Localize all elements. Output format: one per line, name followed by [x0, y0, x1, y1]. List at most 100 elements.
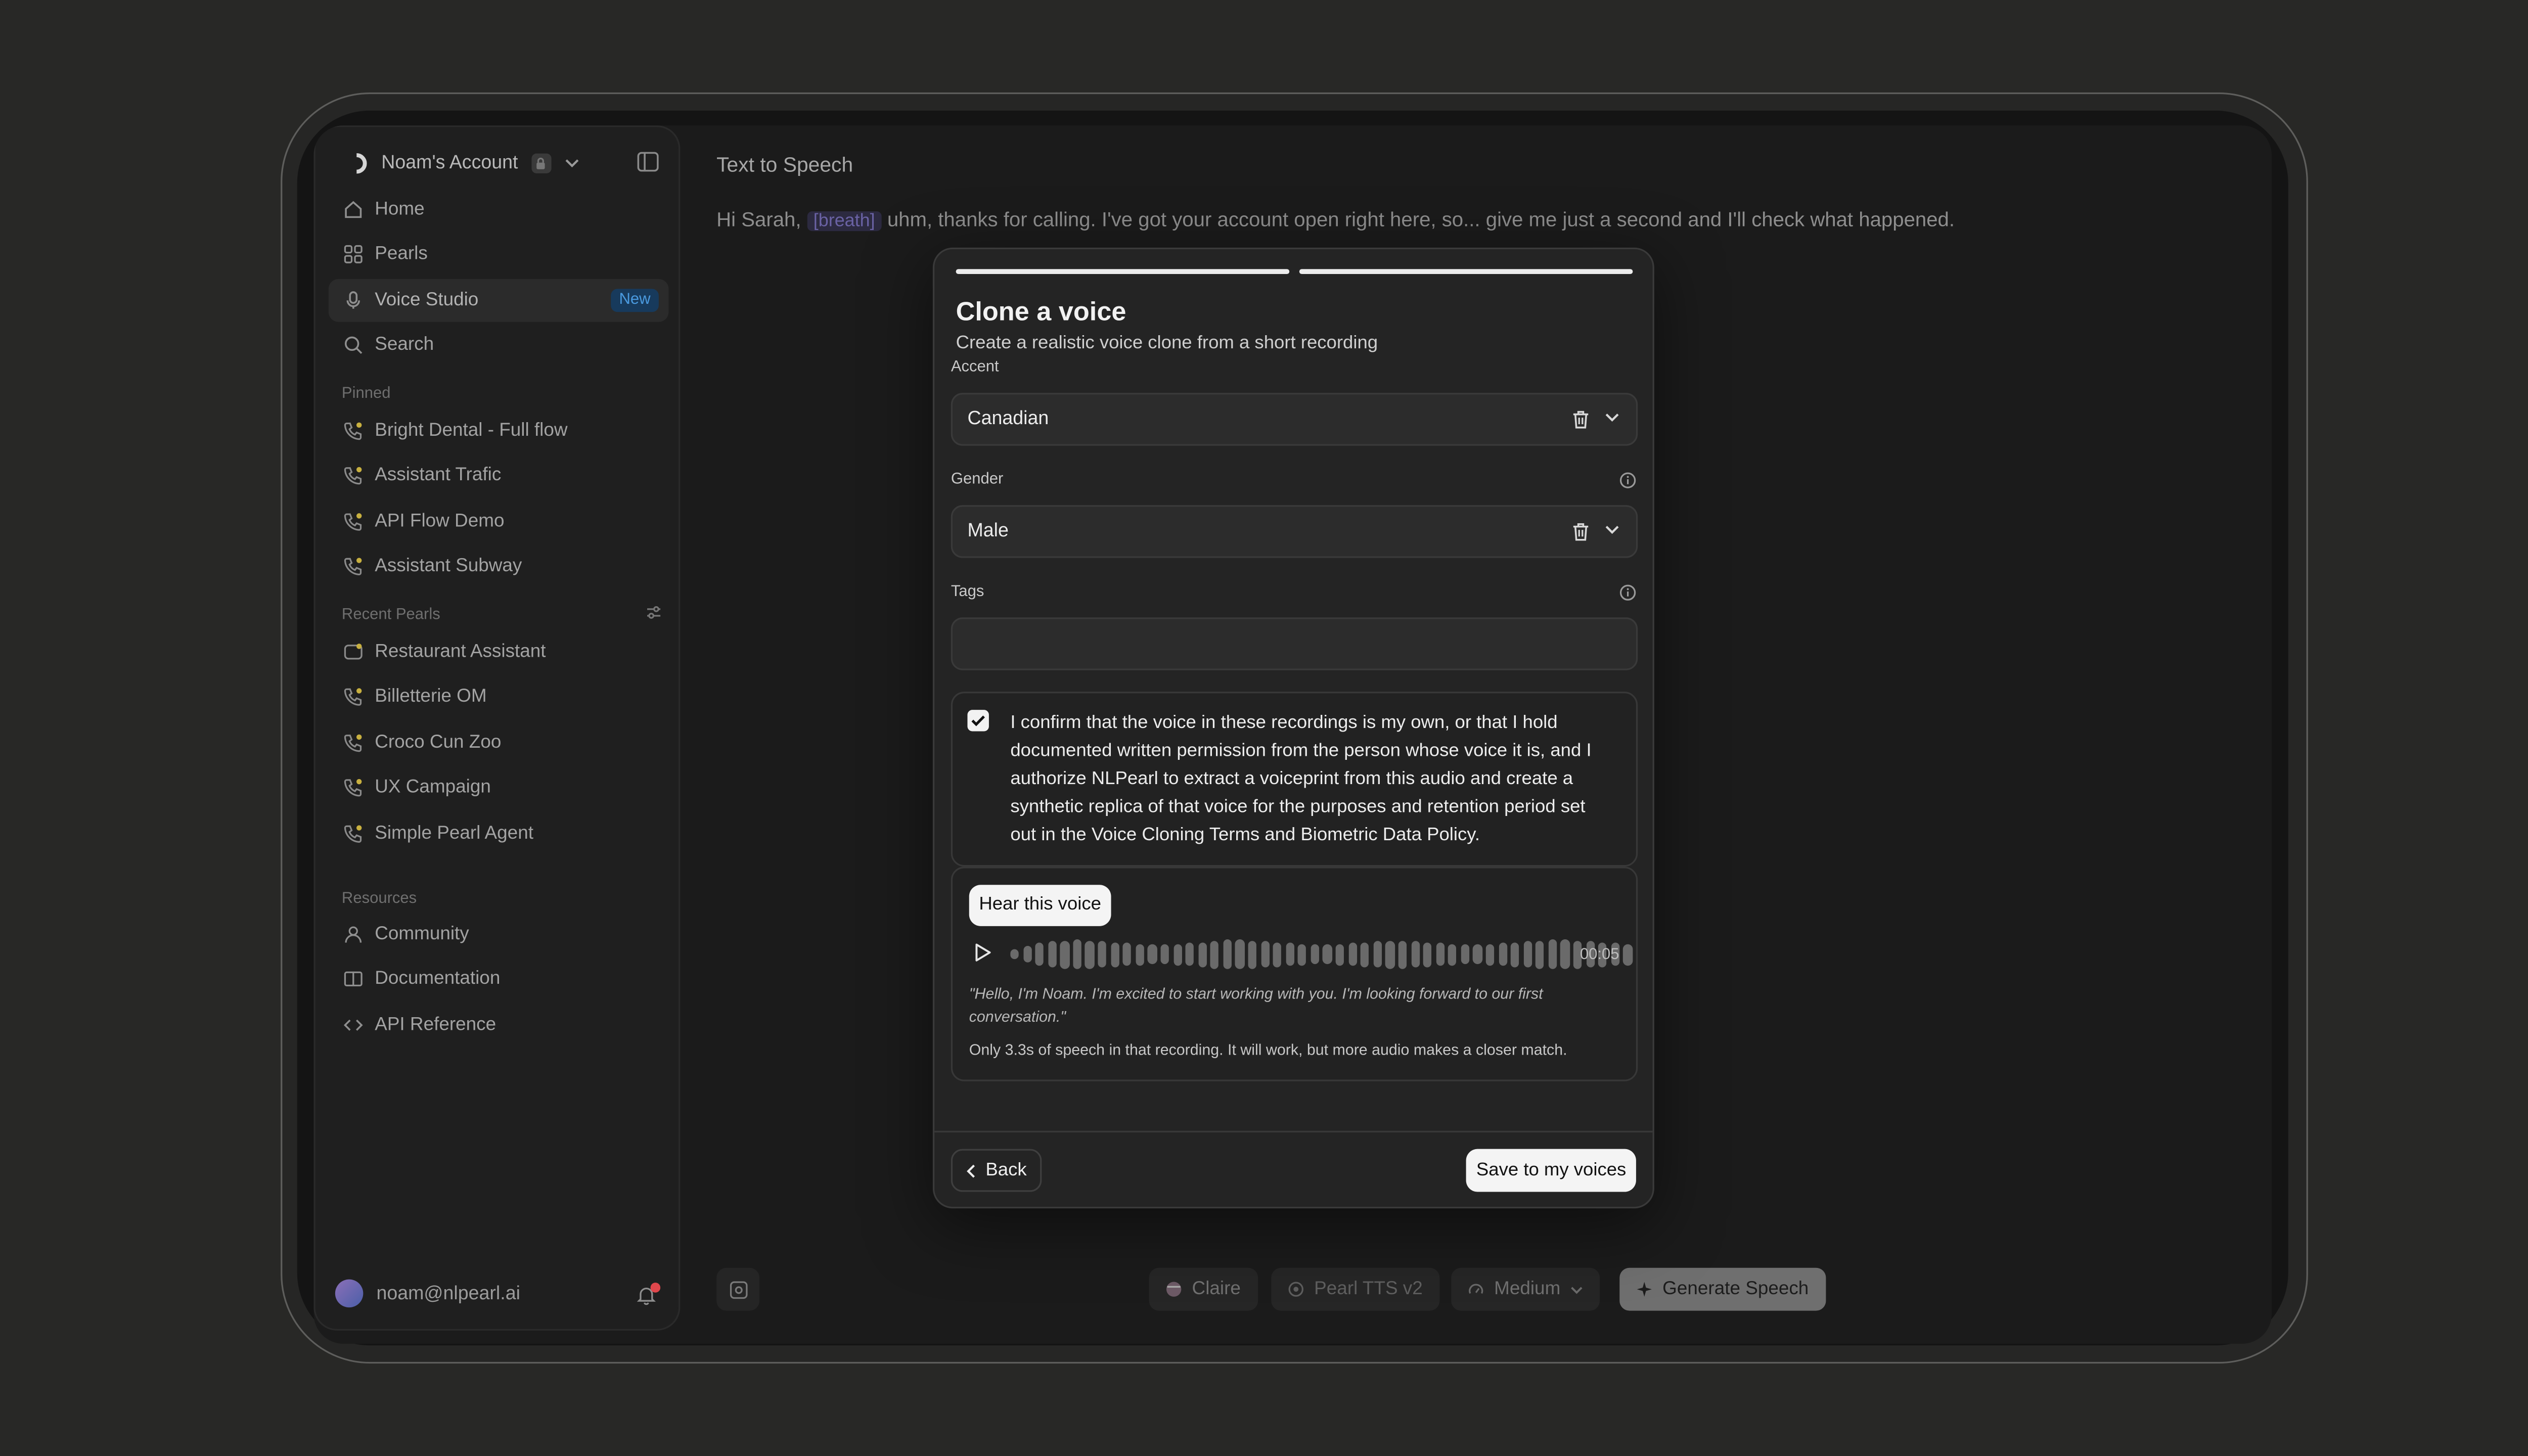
attach-button[interactable] [716, 1267, 760, 1311]
pinned-item-label: API Flow Demo [375, 512, 505, 532]
account-switcher[interactable]: Noam's Account [342, 150, 579, 176]
waveform-bar [1548, 939, 1557, 969]
recent-pearl-item[interactable]: Billetterie OM [329, 675, 669, 718]
notifications-button[interactable] [636, 1283, 661, 1307]
clone-voice-modal: Clone a voice Create a realistic voice c… [932, 247, 1654, 1209]
waveform-bar [1048, 941, 1057, 968]
home-icon [345, 201, 362, 218]
sidebar-item-api-reference[interactable]: API Reference [329, 1004, 669, 1046]
waveform-bar [1461, 944, 1470, 964]
sidebar-item-community[interactable]: Community [329, 913, 669, 956]
waveform-bar [1361, 941, 1370, 967]
pinned-item[interactable]: API Flow Demo [329, 500, 669, 543]
sidebar-item-label: Home [375, 200, 425, 220]
waveform-bar [1411, 941, 1420, 968]
waveform-bar [1298, 943, 1307, 965]
phone-flow-icon [344, 644, 363, 660]
speed-selector[interactable]: Medium [1451, 1267, 1600, 1311]
sidebar: Noam's Account Home Pearls Voice Studio … [313, 125, 681, 1331]
community-icon [345, 926, 362, 943]
save-to-my-voices-button[interactable]: Save to my voices [1466, 1149, 1636, 1192]
waveform-bar [1248, 940, 1257, 969]
waveform-bar [1473, 944, 1482, 964]
sidebar-item-search[interactable]: Search [329, 324, 669, 367]
trash-icon[interactable] [1572, 410, 1590, 429]
chevron-down-icon [1605, 414, 1619, 422]
gender-label: Gender [951, 470, 1004, 489]
pinned-item[interactable]: Bright Dental - Full flow [329, 410, 669, 452]
progress-step [1299, 269, 1633, 275]
user-profile[interactable]: noam@nlpearl.ai [335, 1279, 520, 1308]
play-icon[interactable] [974, 942, 992, 962]
pinned-item[interactable]: Assistant Trafic [329, 454, 669, 497]
audio-duration: 00:05 [1579, 946, 1619, 964]
notification-dot [650, 1283, 661, 1293]
hear-this-voice-button[interactable]: Hear this voice [969, 885, 1111, 926]
generate-speech-button[interactable]: Generate Speech [1619, 1267, 1826, 1311]
sidebar-item-label: Voice Studio [375, 290, 479, 310]
waveform-bar [1323, 944, 1332, 964]
sparkle-icon [1637, 1282, 1652, 1297]
phone-flow-icon [344, 825, 362, 843]
grid-icon [344, 245, 363, 263]
voice-name: Claire [1192, 1279, 1241, 1299]
sidebar-item-voice-studio[interactable]: Voice Studio New [328, 279, 669, 322]
recent-pearl-item[interactable]: Restaurant Assistant [329, 630, 669, 673]
accent-select[interactable]: Canadian [951, 393, 1638, 446]
waveform-bar [1536, 940, 1545, 969]
sidebar-item-documentation[interactable]: Documentation [329, 958, 669, 1000]
chevron-down-icon [1605, 526, 1619, 534]
resources-heading: Resources [341, 890, 417, 908]
generate-label: Generate Speech [1662, 1279, 1809, 1299]
modal-divider [934, 1130, 1653, 1133]
book-icon [344, 971, 363, 987]
pinned-item-label: Assistant Trafic [375, 465, 502, 486]
waveform-bar [1498, 942, 1507, 966]
recent-pearl-item[interactable]: Simple Pearl Agent [329, 812, 669, 855]
script-editor[interactable]: Hi Sarah, [breath] uhm, thanks for calli… [716, 208, 1955, 232]
filter-icon[interactable] [646, 604, 662, 621]
waveform-bar [1373, 941, 1382, 968]
tags-input[interactable] [951, 617, 1638, 670]
sidebar-item-label: API Reference [375, 1015, 496, 1035]
waveform-bar [1235, 939, 1244, 969]
phone-flow-icon [344, 467, 362, 485]
waveform-bar [1423, 941, 1432, 967]
waveform-bar [1485, 943, 1495, 965]
trash-icon[interactable] [1572, 522, 1590, 541]
back-button[interactable]: Back [951, 1149, 1042, 1192]
model-icon [1288, 1282, 1303, 1297]
waveform-bar [1148, 944, 1157, 964]
sidebar-item-home[interactable]: Home [329, 188, 669, 231]
voice-selector[interactable]: Claire [1149, 1267, 1257, 1311]
audio-waveform[interactable] [1010, 938, 1632, 971]
recent-pearl-label: Simple Pearl Agent [375, 824, 534, 844]
sidebar-item-pearls[interactable]: Pearls [329, 233, 669, 276]
waveform-bar [1398, 940, 1407, 969]
script-text-end: uhm, thanks for calling. I've got your a… [881, 208, 1955, 232]
gauge-icon [1469, 1284, 1483, 1294]
recent-pearl-item[interactable]: UX Campaign [329, 766, 669, 809]
recent-pearl-item[interactable]: Croco Cun Zoo [329, 721, 669, 764]
code-icon [343, 1019, 363, 1031]
modal-subtitle: Create a realistic voice clone from a sh… [956, 333, 1378, 353]
progress-step [956, 269, 1290, 275]
pinned-item[interactable]: Assistant Subway [329, 545, 669, 588]
waveform-bar [1210, 940, 1220, 969]
info-icon[interactable] [1619, 584, 1636, 601]
breath-tag[interactable]: [breath] [806, 211, 882, 232]
sidebar-toggle-icon[interactable] [637, 152, 659, 172]
info-icon[interactable] [1619, 472, 1636, 489]
chevron-left-icon [967, 1164, 975, 1177]
phone-flow-icon [344, 734, 362, 752]
gender-select[interactable]: Male [951, 505, 1638, 558]
model-name: Pearl TTS v2 [1314, 1279, 1423, 1299]
waveform-bar [1198, 941, 1207, 967]
waveform-bar [1335, 943, 1344, 965]
model-selector[interactable]: Pearl TTS v2 [1271, 1267, 1439, 1311]
waveform-bar [1073, 939, 1082, 969]
new-badge: New [611, 289, 659, 312]
pinned-item-label: Assistant Subway [375, 556, 522, 576]
waveform-bar [1023, 946, 1032, 963]
consent-checkbox[interactable] [967, 710, 989, 732]
